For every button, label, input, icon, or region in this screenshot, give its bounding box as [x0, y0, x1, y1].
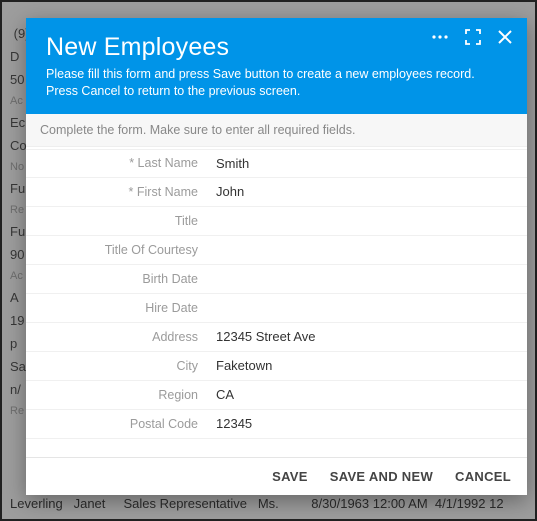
label-last-name: * Last Name: [26, 156, 216, 170]
cancel-button[interactable]: CANCEL: [455, 469, 511, 484]
new-employees-dialog: New Employees Please fill this form and …: [26, 18, 527, 495]
label-address: Address: [26, 330, 216, 344]
label-region: Region: [26, 388, 216, 402]
input-first-name[interactable]: [216, 178, 513, 206]
label-first-name: * First Name: [26, 185, 216, 199]
label-city: City: [26, 359, 216, 373]
input-hire-date[interactable]: [216, 294, 513, 322]
input-birth-date[interactable]: [216, 265, 513, 293]
input-title-of-courtesy[interactable]: [216, 236, 513, 264]
label-title: Title: [26, 214, 216, 228]
field-address: Address: [26, 323, 527, 352]
instruction-text: Complete the form. Make sure to enter al…: [26, 114, 527, 147]
save-button[interactable]: SAVE: [272, 469, 308, 484]
field-last-name: * Last Name: [26, 149, 527, 178]
dialog-header: New Employees Please fill this form and …: [26, 18, 527, 114]
fullscreen-icon[interactable]: [465, 29, 481, 45]
input-postal-code[interactable]: [216, 410, 513, 438]
label-title-of-courtesy: Title Of Courtesy: [26, 243, 216, 257]
field-region: Region: [26, 381, 527, 410]
label-hire-date: Hire Date: [26, 301, 216, 315]
save-and-new-button[interactable]: SAVE AND NEW: [330, 469, 433, 484]
action-bar: SAVE SAVE AND NEW CANCEL: [26, 457, 527, 495]
input-city[interactable]: [216, 352, 513, 380]
input-address[interactable]: [216, 323, 513, 351]
field-first-name: * First Name: [26, 178, 527, 207]
field-postal-code: Postal Code: [26, 410, 527, 439]
label-birth-date: Birth Date: [26, 272, 216, 286]
input-region[interactable]: [216, 381, 513, 409]
close-icon[interactable]: [497, 29, 513, 45]
field-title: Title: [26, 207, 527, 236]
dialog-subtitle: Please fill this form and press Save but…: [46, 66, 486, 100]
input-title[interactable]: [216, 207, 513, 235]
input-last-name[interactable]: [216, 150, 513, 177]
label-postal-code: Postal Code: [26, 417, 216, 431]
field-hire-date: Hire Date: [26, 294, 527, 323]
field-birth-date: Birth Date: [26, 265, 527, 294]
field-city: City: [26, 352, 527, 381]
form-area: * Last Name * First Name Title Title Of …: [26, 147, 527, 457]
more-icon[interactable]: [431, 28, 449, 46]
field-title-of-courtesy: Title Of Courtesy: [26, 236, 527, 265]
